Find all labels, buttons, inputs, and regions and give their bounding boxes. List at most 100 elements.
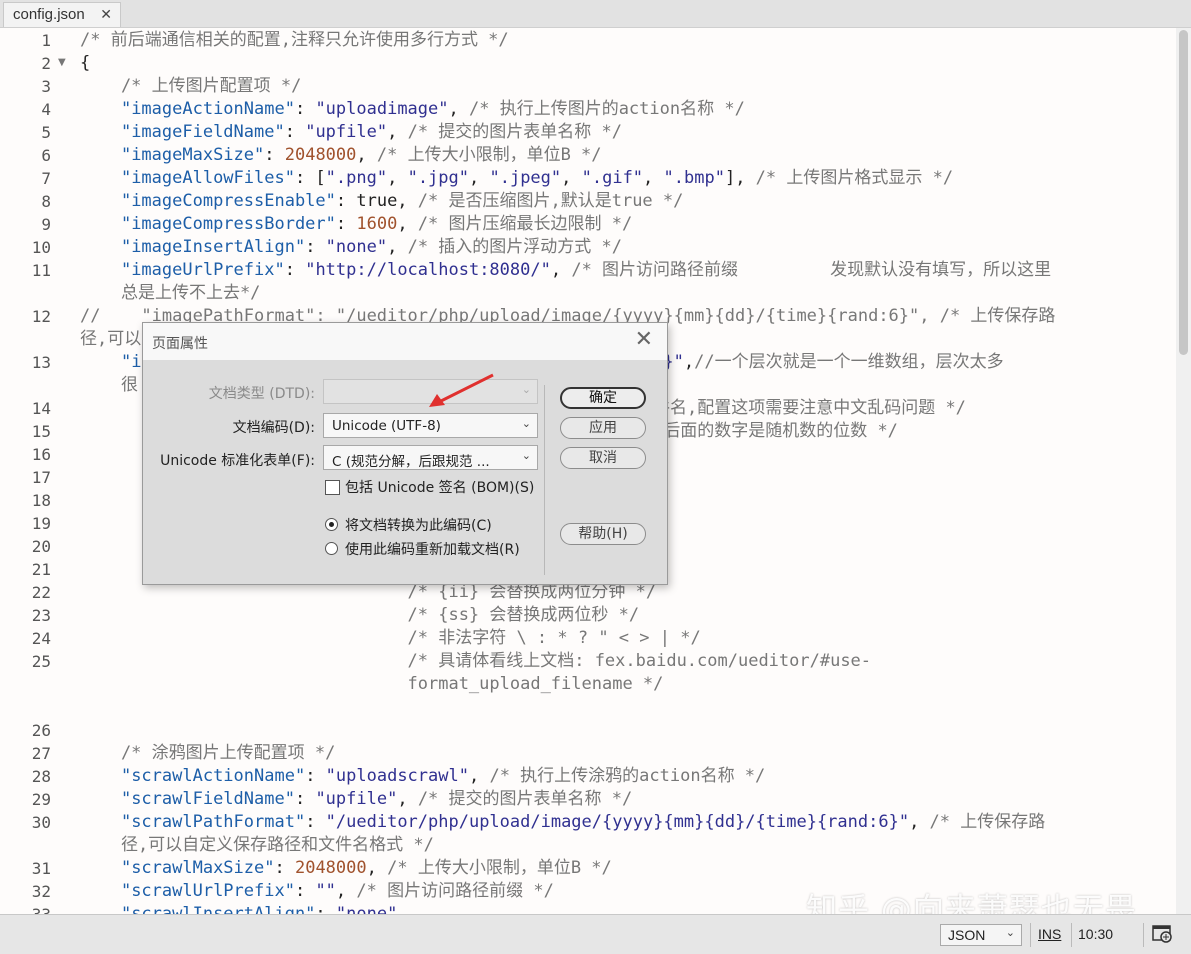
chevron-down-icon: ⌄ xyxy=(521,449,531,462)
code-line[interactable]: 9 "imageCompressBorder": 1600, /* 图片压缩最长… xyxy=(0,213,1176,236)
code-token: , xyxy=(387,168,408,188)
status-bar: JSON ⌄ INS 10:30 xyxy=(0,914,1191,954)
code-token: /* 上传图片格式显示 */ xyxy=(755,168,954,188)
line-number: 6 xyxy=(41,146,51,165)
bom-checkbox[interactable] xyxy=(325,480,340,495)
code-line[interactable]: 31 "scrawlMaxSize": 2048000, /* 上传大小限制，单… xyxy=(0,857,1176,880)
code-line[interactable]: 28 "scrawlActionName": "uploadscrawl", /… xyxy=(0,765,1176,788)
normalization-label: Unicode 标准化表单(F): xyxy=(160,453,315,469)
convert-encoding-radio[interactable] xyxy=(325,518,338,531)
reload-encoding-label[interactable]: 使用此编码重新加载文档(R) xyxy=(345,539,520,559)
code-line[interactable]: 7 "imageAllowFiles": [".png", ".jpg", ".… xyxy=(0,167,1176,190)
code-line[interactable]: 10 "imageInsertAlign": "none", /* 插入的图片浮… xyxy=(0,236,1176,259)
code-line[interactable]: 11 "imageUrlPrefix": "http://localhost:8… xyxy=(0,259,1176,282)
bom-label[interactable]: 包括 Unicode 签名 (BOM)(S) xyxy=(345,477,534,497)
code-token: "imageCompressEnable" xyxy=(120,191,336,211)
code-line[interactable]: 6 "imageMaxSize": 2048000, /* 上传大小限制，单位B… xyxy=(0,144,1176,167)
code-token: format_upload_filename */ xyxy=(80,674,664,694)
dialog-titlebar[interactable]: 页面属性 ✕ xyxy=(143,323,667,360)
code-line[interactable]: 29 "scrawlFieldName": "upfile", /* 提交的图片… xyxy=(0,788,1176,811)
code-line[interactable]: 24 /* 非法字符 \ : * ? " < > | */ xyxy=(0,627,1176,650)
code-token: "imageActionName" xyxy=(120,99,295,119)
code-line[interactable] xyxy=(0,696,1176,719)
normalization-select[interactable]: C (规范分解，后跟规范 ... ⌄ xyxy=(323,445,538,470)
encoding-select[interactable]: Unicode (UTF-8) ⌄ xyxy=(323,413,538,438)
code-text: "imageInsertAlign": "none", /* 插入的图片浮动方式… xyxy=(80,236,622,259)
code-token: "scrawlInsertAlign" xyxy=(120,904,316,914)
code-line[interactable]: 26 xyxy=(0,719,1176,742)
code-token: /* 前后端通信相关的配置,注释只允许使用多行方式 */ xyxy=(80,30,509,50)
code-text: /* 涂鸦图片上传配置项 */ xyxy=(80,742,335,765)
code-token: "uploadimage" xyxy=(315,99,449,119)
code-text: 径,可以 xyxy=(80,328,141,351)
language-select[interactable]: JSON ⌄ xyxy=(940,924,1022,946)
code-line[interactable]: 27 /* 涂鸦图片上传配置项 */ xyxy=(0,742,1176,765)
code-token: : xyxy=(305,237,326,257)
code-token: ], xyxy=(724,168,756,188)
chevron-down-icon: ⌄ xyxy=(521,383,531,396)
tab-close-icon[interactable]: ✕ xyxy=(100,6,112,23)
tab-config-json[interactable]: config.json ✕ xyxy=(3,2,121,27)
code-line[interactable]: format_upload_filename */ xyxy=(0,673,1176,696)
code-token: /* {ss} 会替换成两位秒 */ xyxy=(80,605,640,625)
code-token: 径,可以自定义保存路径和文件名格式 */ xyxy=(80,835,434,855)
help-button[interactable]: 帮助(H) xyxy=(560,523,646,545)
live-preview-icon[interactable] xyxy=(1152,924,1174,944)
code-token: 1600 xyxy=(356,214,398,234)
code-token: "i xyxy=(120,352,142,372)
doctype-label: 文档类型 (DTD): xyxy=(208,386,315,402)
fold-toggle-icon[interactable]: ▼ xyxy=(58,57,66,68)
dialog-body: 文档类型 (DTD): ⌄ 文档编码(D): Unicode (UTF-8) ⌄… xyxy=(143,360,667,584)
code-token: ".gif" xyxy=(581,168,644,188)
line-number: 22 xyxy=(31,583,51,602)
code-line[interactable]: 5 "imageFieldName": "upfile", /* 提交的图片表单… xyxy=(0,121,1176,144)
code-line[interactable]: 4 "imageActionName": "uploadimage", /* 执… xyxy=(0,98,1176,121)
convert-encoding-label[interactable]: 将文档转换为此编码(C) xyxy=(345,515,492,535)
code-line[interactable]: 1 /* 前后端通信相关的配置,注释只允许使用多行方式 */ xyxy=(0,29,1176,52)
code-token: /* 非法字符 \ : * ? " < > | */ xyxy=(80,628,701,648)
cancel-button[interactable]: 取消 xyxy=(560,447,646,469)
ok-button[interactable]: 确定 xyxy=(560,387,646,409)
apply-button[interactable]: 应用 xyxy=(560,417,646,439)
scrollbar-thumb[interactable] xyxy=(1179,30,1188,355)
encoding-value: Unicode (UTF-8) xyxy=(332,418,441,434)
code-token: /* 执行上传涂鸦的action名称 */ xyxy=(489,766,766,786)
code-token: "imageAllowFiles" xyxy=(120,168,295,188)
code-token: "imageMaxSize" xyxy=(120,145,265,165)
code-line[interactable]: 2 ▼ { xyxy=(0,52,1176,75)
line-number: 14 xyxy=(31,399,51,418)
line-number: 7 xyxy=(41,169,51,188)
code-line[interactable]: 25 /* 具请体看线上文档: fex.baidu.com/ueditor/#u… xyxy=(0,650,1176,673)
code-token: "scrawlMaxSize" xyxy=(120,858,275,878)
code-line[interactable]: 径,可以自定义保存路径和文件名格式 */ xyxy=(0,834,1176,857)
code-line[interactable]: 3 /* 上传图片配置项 */ xyxy=(0,75,1176,98)
code-line[interactable]: 总是上传不上去*/ xyxy=(0,282,1176,305)
code-token: : xyxy=(294,789,316,809)
reload-encoding-radio[interactable] xyxy=(325,542,338,555)
status-separator xyxy=(1030,923,1031,947)
vertical-scrollbar[interactable] xyxy=(1176,28,1191,914)
line-number: 30 xyxy=(31,813,51,832)
insert-mode-indicator[interactable]: INS xyxy=(1038,926,1061,942)
code-line[interactable]: 23 /* {ss} 会替换成两位秒 */ xyxy=(0,604,1176,627)
line-number: 1 xyxy=(41,31,51,50)
code-token: : xyxy=(284,260,306,280)
dialog-close-icon[interactable]: ✕ xyxy=(635,329,653,351)
code-line[interactable]: 30 "scrawlPathFormat": "/ueditor/php/upl… xyxy=(0,811,1176,834)
code-token: /* 涂鸦图片上传配置项 */ xyxy=(80,743,336,763)
code-token: /* 上传大小限制，单位B */ xyxy=(387,858,612,878)
code-text: "imageCompressBorder": 1600, /* 图片压缩最长边限… xyxy=(80,213,632,236)
code-text: "scrawlInsertAlign": "none", xyxy=(80,903,408,914)
code-token: , xyxy=(643,168,664,188)
line-number: 9 xyxy=(41,215,51,234)
code-line[interactable]: 8 "imageCompressEnable": true, /* 是否压缩图片… xyxy=(0,190,1176,213)
code-token: , xyxy=(550,260,572,280)
line-number: 15 xyxy=(31,422,51,441)
code-token: : xyxy=(305,812,326,832)
code-token: 2048000 xyxy=(284,145,357,165)
